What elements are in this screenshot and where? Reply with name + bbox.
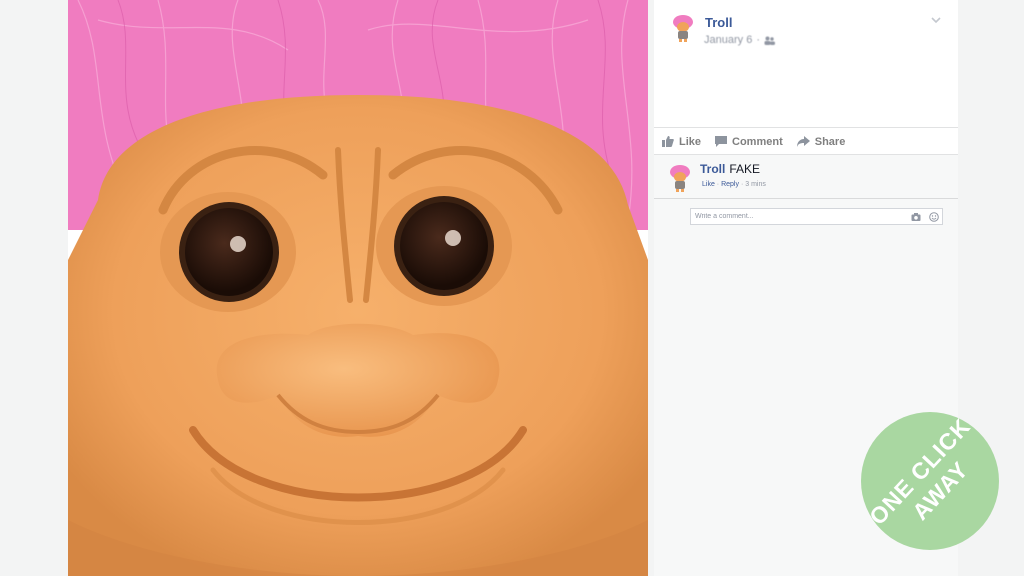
troll-avatar-icon xyxy=(669,14,697,42)
comment-actions: Like · Reply · 3 mins xyxy=(702,181,766,188)
comment-icon xyxy=(715,136,728,147)
chevron-down-icon[interactable] xyxy=(930,14,942,26)
comment-sep-2: · xyxy=(740,181,744,188)
camera-icon[interactable] xyxy=(911,212,921,222)
troll-avatar-icon xyxy=(666,164,694,192)
post-card: Troll January 6 · Like Comment Share xyxy=(654,0,958,155)
share-label: Share xyxy=(814,135,846,148)
comment-label: Comment xyxy=(732,135,783,148)
comment-author-name[interactable]: Troll xyxy=(700,162,725,176)
comment-item: Troll FAKE Like · Reply · 3 mins xyxy=(654,156,958,199)
share-button[interactable]: Share xyxy=(796,135,846,148)
share-arrow-icon xyxy=(796,136,810,147)
post-author-name[interactable]: Troll xyxy=(705,15,732,30)
page: Troll January 6 · Like Comment Share Tro… xyxy=(0,0,1024,576)
comment-composer xyxy=(690,208,943,225)
post-meta: January 6 · xyxy=(704,34,775,46)
comment-button[interactable]: Comment xyxy=(715,136,783,148)
post-photo[interactable] xyxy=(68,0,648,576)
post-date[interactable]: January 6 xyxy=(704,34,752,46)
post-author-avatar[interactable] xyxy=(669,14,697,42)
like-button[interactable]: Like xyxy=(662,136,701,148)
comment-body: Troll FAKE xyxy=(700,162,760,176)
comment-like-link[interactable]: Like xyxy=(702,181,715,188)
meta-separator: · xyxy=(756,34,760,46)
comment-author-avatar[interactable] xyxy=(666,164,694,192)
friends-icon[interactable] xyxy=(764,36,775,45)
one-click-away-badge: ONE CLICK AWAY xyxy=(861,412,999,550)
comment-reply-link[interactable]: Reply xyxy=(721,181,739,188)
like-label: Like xyxy=(679,135,702,148)
thumbs-up-icon xyxy=(662,136,674,147)
emoji-icon[interactable] xyxy=(929,212,939,222)
comment-sep-1: · xyxy=(716,181,720,188)
comment-time[interactable]: 3 mins xyxy=(745,181,766,188)
troll-face-image xyxy=(68,0,648,576)
post-action-bar: Like Comment Share xyxy=(654,127,958,155)
write-comment-input[interactable] xyxy=(691,209,905,224)
comment-text: FAKE xyxy=(729,162,761,176)
